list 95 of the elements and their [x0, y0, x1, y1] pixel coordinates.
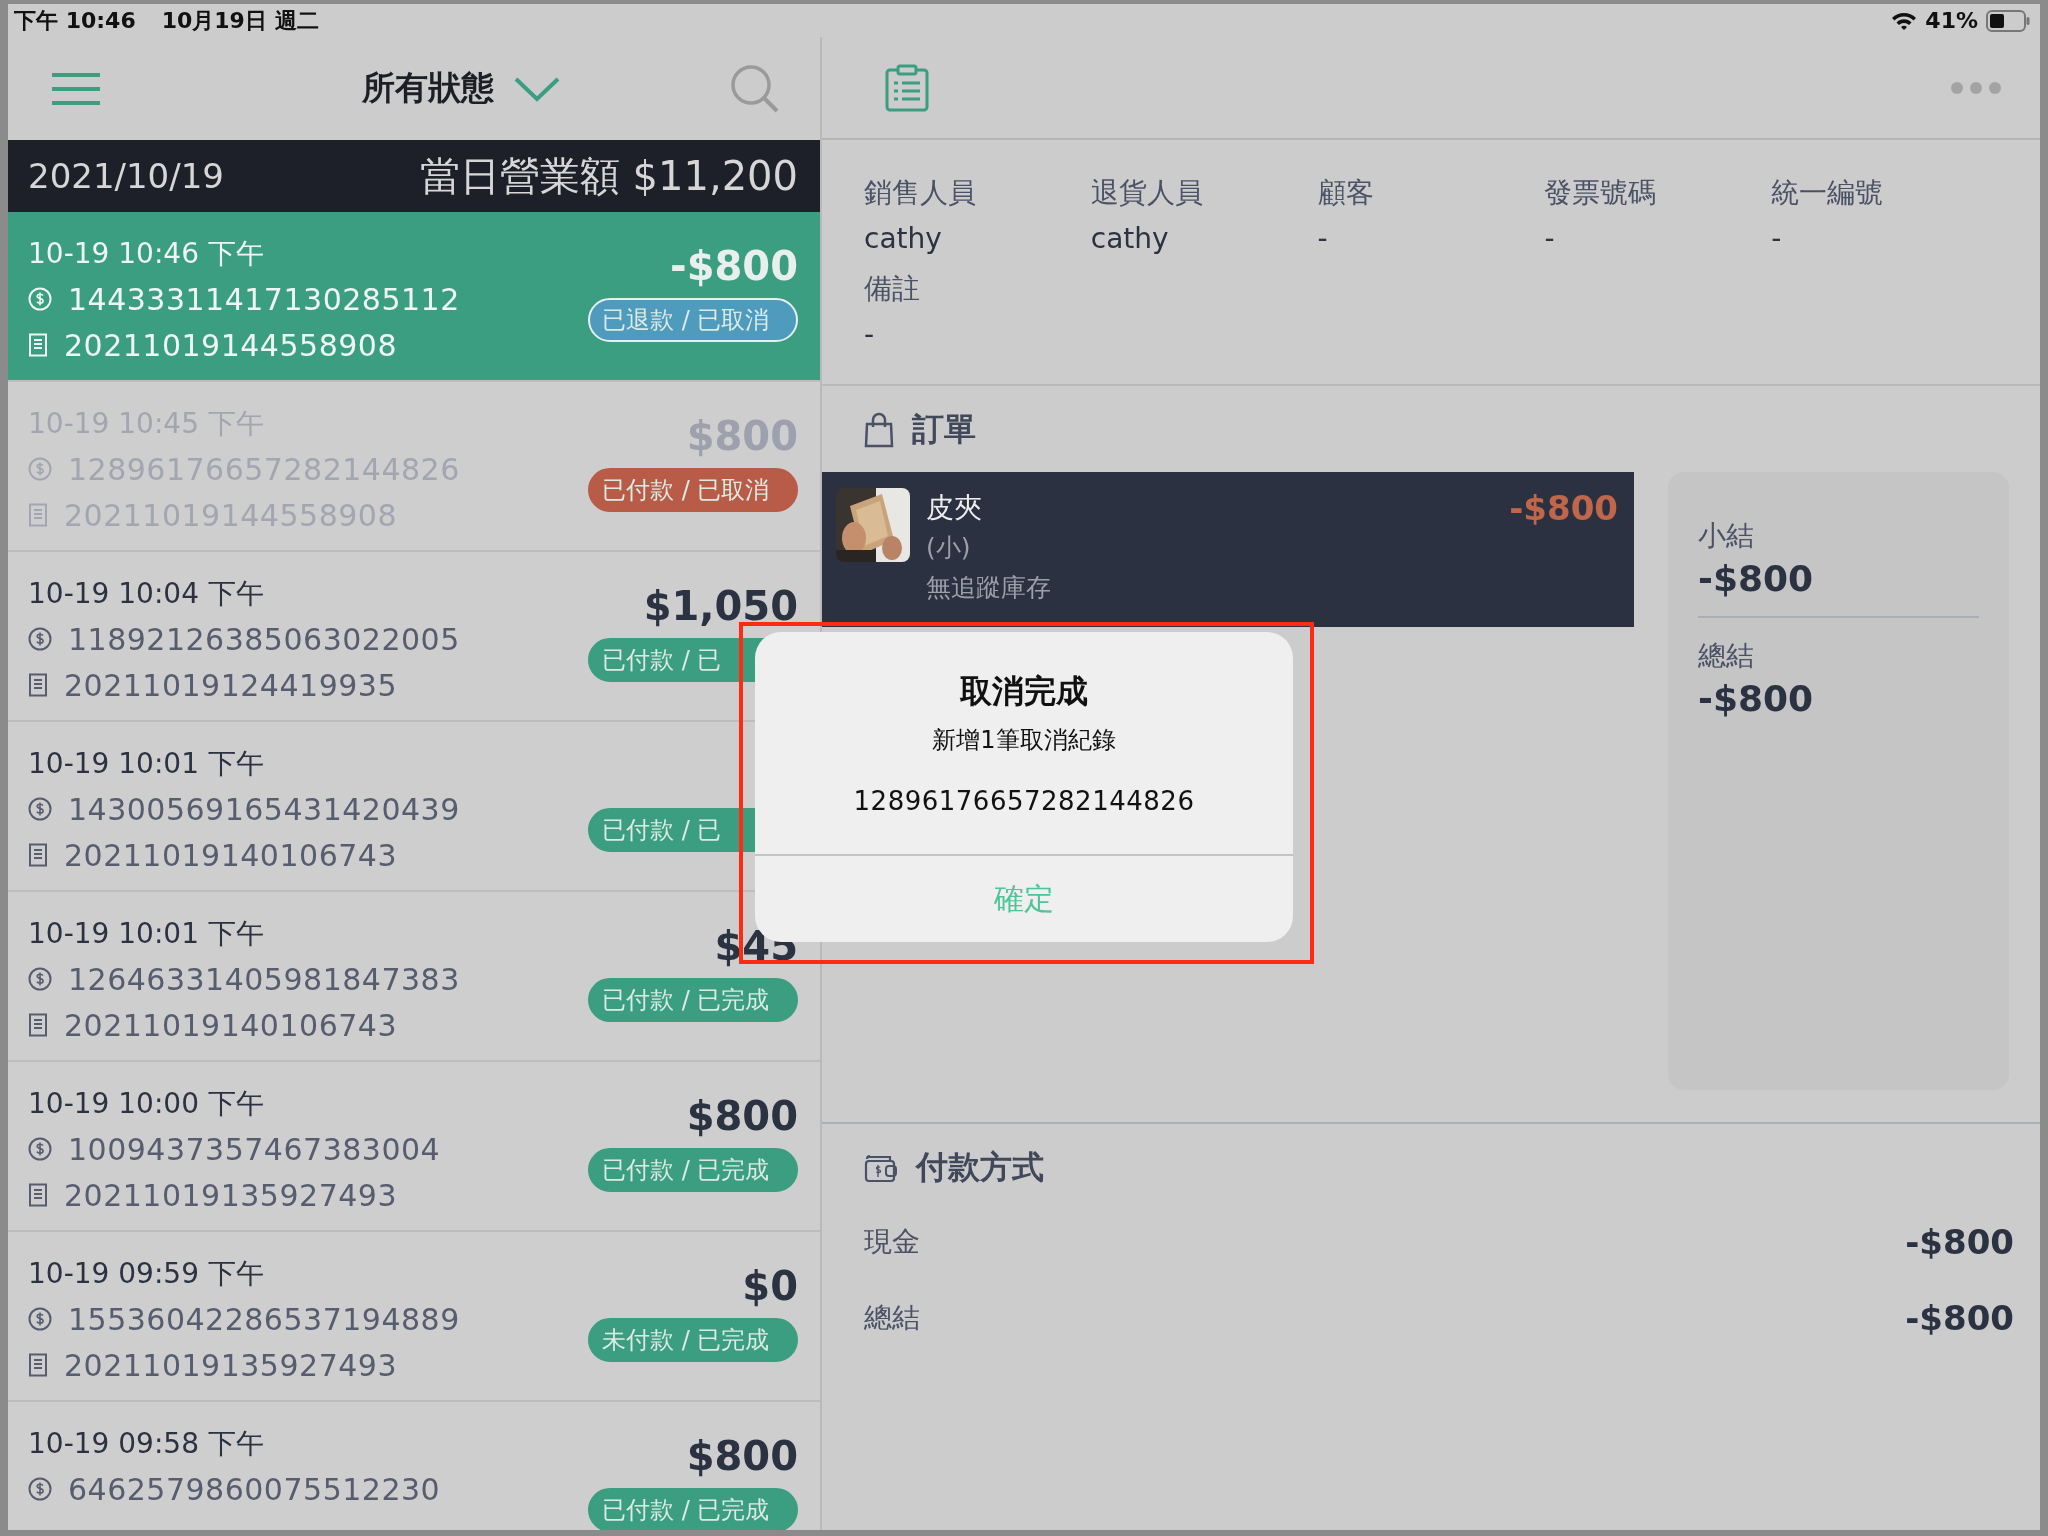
- payment-id: 6462579860075512230: [68, 1471, 441, 1507]
- status-time: 下午 10:46: [14, 6, 136, 35]
- payment-id: 14300569165431420439: [68, 791, 460, 827]
- order-amount: $800: [686, 1434, 798, 1478]
- document-icon: [28, 673, 48, 697]
- summary-value: -$800: [1698, 557, 1815, 601]
- receipt-button[interactable]: [884, 63, 930, 112]
- summary-label: 總結: [1698, 638, 1755, 674]
- order-time: 10-19 10:46 下午: [28, 236, 265, 272]
- dollar-circle-icon: [28, 1307, 52, 1331]
- receipt-id: 20211019140106743: [64, 837, 397, 873]
- dialog-message: 新增1筆取消紀錄: [932, 725, 1116, 756]
- dollar-circle-icon: [28, 457, 52, 481]
- payment-id: 12646331405981847383: [68, 961, 460, 997]
- field-label: 備註: [864, 271, 921, 307]
- daily-revenue: 當日營業額 $11,200: [419, 151, 798, 201]
- status-badge: 未付款 / 已完成: [588, 1318, 798, 1362]
- clipboard-list-icon: [884, 63, 930, 112]
- dollar-circle-icon: [28, 287, 52, 311]
- dialog-number: 12896176657282144826: [853, 786, 1195, 816]
- status-badge: 已付款 / 已完成: [588, 1148, 798, 1192]
- dollar-circle-icon: [28, 1477, 52, 1501]
- receipt-id: 20211019124419935: [64, 667, 397, 703]
- menu-button[interactable]: [50, 70, 102, 107]
- order-time: 10-19 10:00 下午: [28, 1086, 265, 1122]
- payment-id: 15536042286537194889: [68, 1301, 460, 1337]
- payment-id: 14433311417130285112: [68, 281, 460, 317]
- receipt-id: 20211019135927493: [64, 1347, 397, 1383]
- receipt-id: 20211019135927493: [64, 1177, 397, 1213]
- battery-icon: [1986, 9, 2030, 32]
- field-value: -: [1317, 221, 1329, 257]
- item-variant: (小): [926, 532, 972, 564]
- order-item[interactable]: 皮夾 (小) 無追蹤庫存 -$800: [822, 472, 1634, 627]
- dollar-circle-icon: [28, 1137, 52, 1161]
- field-value: -: [1544, 221, 1556, 257]
- dollar-circle-icon: [28, 797, 52, 821]
- more-icon: [1950, 80, 2002, 95]
- receipt-id: 20211019144558908: [64, 327, 397, 363]
- order-time: 10-19 09:58 下午: [28, 1426, 265, 1462]
- status-badge: 已付款 / 已完成: [588, 1488, 798, 1530]
- field-value: -: [1771, 221, 1783, 257]
- payment-id: 1009437357467383004: [68, 1131, 441, 1167]
- payment-label: 現金: [864, 1224, 920, 1260]
- order-amount: $1,050: [643, 584, 798, 628]
- section-title: 訂單: [912, 409, 976, 450]
- status-date: 10月19日 週二: [161, 6, 319, 35]
- item-stock-note: 無追蹤庫存: [926, 572, 1052, 604]
- dollar-circle-icon: [28, 627, 52, 651]
- summary-label: 小結: [1698, 518, 1755, 554]
- field-value: -: [864, 317, 876, 353]
- order-time: 10-19 09:59 下午: [28, 1256, 265, 1292]
- item-amount: -$800: [1509, 488, 1618, 530]
- wallet-icon: [864, 1153, 898, 1183]
- field-label: 退貨人員: [1090, 175, 1204, 211]
- order-amount: -$800: [670, 244, 798, 288]
- document-icon: [28, 503, 48, 527]
- status-filter-dropdown[interactable]: 所有狀態: [354, 62, 568, 115]
- status-badge: 已付款 / 已完成: [588, 978, 798, 1022]
- order-amount: $0: [742, 1264, 798, 1308]
- dollar-circle-icon: [28, 967, 52, 991]
- field-label: 顧客: [1317, 175, 1375, 211]
- document-icon: [28, 1183, 48, 1207]
- payment-label: 總結: [864, 1300, 920, 1336]
- document-icon: [28, 1353, 48, 1377]
- date-label: 2021/10/19: [28, 156, 224, 196]
- field-label: 發票號碼: [1544, 175, 1658, 211]
- wifi-icon: [1891, 10, 1918, 31]
- payment-id: 11892126385063022005: [68, 621, 460, 657]
- field-value: cathy: [1090, 221, 1170, 257]
- status-badge: 已退款 / 已取消: [588, 298, 798, 342]
- more-button[interactable]: [1950, 80, 2002, 95]
- field-value: cathy: [864, 221, 943, 257]
- battery-percent: 41%: [1925, 8, 1978, 33]
- document-icon: [28, 333, 48, 357]
- chevron-down-icon: [514, 75, 560, 102]
- field-label: 銷售人員: [864, 175, 977, 211]
- order-time: 10-19 10:01 下午: [28, 746, 265, 782]
- document-icon: [28, 843, 48, 867]
- order-time: 10-19 10:04 下午: [28, 576, 265, 612]
- document-icon: [28, 1013, 48, 1037]
- item-name: 皮夾: [926, 490, 983, 526]
- menu-icon: [50, 70, 102, 107]
- search-button[interactable]: [730, 63, 780, 114]
- section-title: 付款方式: [916, 1147, 1044, 1188]
- order-amount: $800: [686, 1094, 798, 1138]
- shopping-bag-icon: [864, 412, 894, 448]
- summary-value: -$800: [1698, 677, 1815, 721]
- receipt-id: 20211019140106743: [64, 1007, 397, 1043]
- field-label: 統一編號: [1771, 175, 1885, 211]
- dialog-title: 取消完成: [960, 671, 1088, 712]
- payment-amount: -$800: [1905, 1222, 2014, 1262]
- search-icon: [730, 63, 780, 114]
- order-time: 10-19 10:01 下午: [28, 916, 265, 952]
- payment-amount: -$800: [1905, 1298, 2014, 1338]
- status-badge: 已付款 / 已取消: [588, 468, 798, 512]
